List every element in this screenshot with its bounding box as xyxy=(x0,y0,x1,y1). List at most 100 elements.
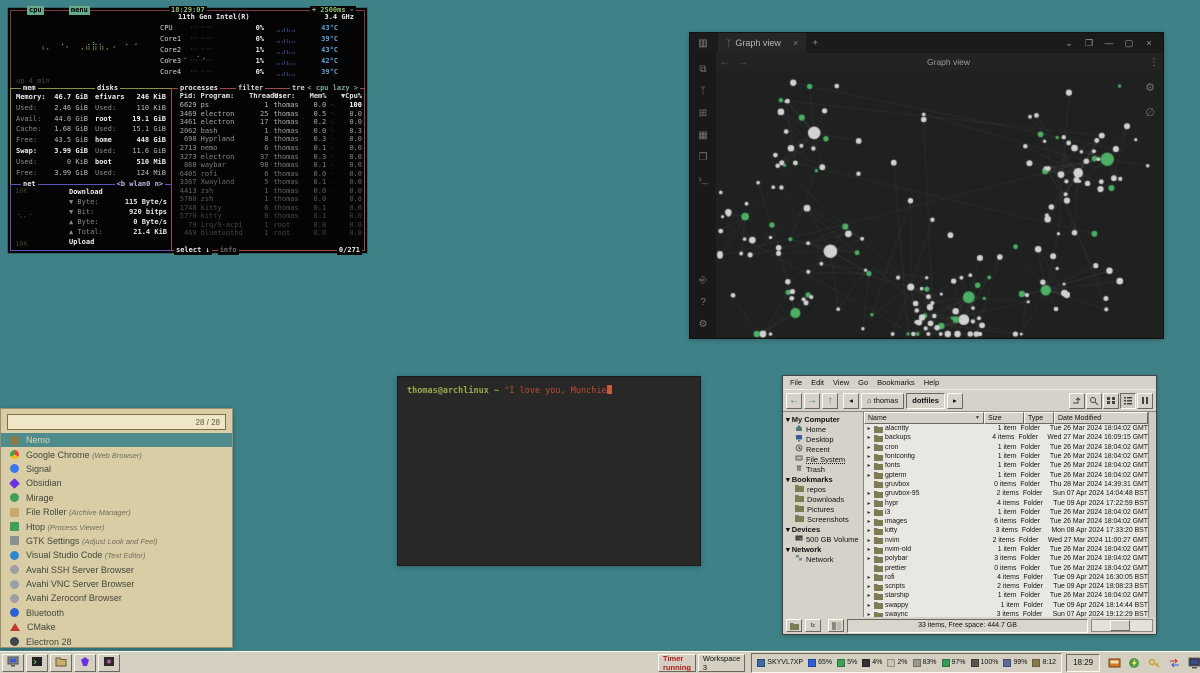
expander-icon[interactable]: ▸ xyxy=(866,602,872,609)
templates-icon[interactable]: ❐ xyxy=(699,149,708,171)
launcher-editor-button[interactable] xyxy=(98,654,120,672)
process-row[interactable]: 6405rofi6thomas0.0⠐⠄0.0 xyxy=(174,169,362,178)
canvas-icon[interactable]: ⊞ xyxy=(699,105,707,127)
file-row[interactable]: ▸cron1 itemFolderTue 26 Mar 2024 18:04:0… xyxy=(864,443,1148,452)
launcher-item-gtk-settings[interactable]: GTK Settings (Adjust Look and Feel) xyxy=(1,534,232,548)
tray-stat-volume[interactable]: 100% xyxy=(971,659,999,667)
file-row[interactable]: ▸swaync3 itemsFolderSun 07 Apr 2024 19:1… xyxy=(864,610,1148,617)
select-control[interactable]: select ↓ xyxy=(174,246,212,255)
tray-stat-disk[interactable]: 83% xyxy=(913,659,937,667)
menu-go[interactable]: Go xyxy=(854,377,872,388)
launcher-terminal-button[interactable] xyxy=(26,654,48,672)
process-row[interactable]: 698Hyprland8thomas0.3⠐⠄0.0 xyxy=(174,135,362,144)
sidebar-item-recent[interactable]: Recent xyxy=(783,444,863,454)
launcher-item-visual-studio-code[interactable]: Visual Studio Code (Text Editor) xyxy=(1,548,232,562)
launcher-display-button[interactable] xyxy=(2,654,24,672)
expander-icon[interactable]: ▸ xyxy=(866,490,872,497)
launcher-item-electron-28[interactable]: Electron 28 xyxy=(1,634,232,648)
breadcrumb-current[interactable]: dotfiles xyxy=(906,393,945,409)
graph-settings-icon[interactable]: ⚙ xyxy=(1145,81,1155,94)
expander-icon[interactable]: ▸ xyxy=(866,527,872,534)
file-row[interactable]: ▸nvim-old1 itemFolderTue 26 Mar 2024 18:… xyxy=(864,545,1148,554)
tray-stat-memory[interactable]: 99% xyxy=(1003,659,1027,667)
process-row[interactable]: 2062bash1thomas0.0⠐⠄0.3 xyxy=(174,127,362,136)
process-row[interactable]: 4413zsh1thomas0.0⠐⠄0.0 xyxy=(174,186,362,195)
collapse-icon[interactable]: ▾ xyxy=(786,545,790,554)
processes-panel-tag[interactable]: processes xyxy=(178,84,220,93)
terminal-window[interactable]: thomas@archlinux ~ "I love you, Munchie xyxy=(397,376,701,566)
file-row[interactable]: ▸swappy1 itemFolderTue 09 Apr 2024 18:14… xyxy=(864,601,1148,610)
sidebar-section-my-computer[interactable]: ▾My Computer xyxy=(783,414,863,424)
column-header-type[interactable]: Type xyxy=(1024,412,1054,424)
expander-icon[interactable]: ▸ xyxy=(866,462,872,469)
forward-icon[interactable]: → xyxy=(734,57,752,68)
process-row[interactable]: 469bluetoothd1root0.0⠐⠄0.0 xyxy=(174,229,362,238)
filter-control[interactable]: filter xyxy=(236,84,265,93)
vault-switcher-icon[interactable]: ⎆ xyxy=(699,272,707,294)
obsidian-titlebar[interactable]: ▥ ᛉ Graph view × + ⌄ ❐ — ▢ × xyxy=(690,33,1163,53)
btop-menu-button[interactable]: menu xyxy=(69,6,90,15)
sidebar-item-repos[interactable]: repos xyxy=(783,484,863,494)
launcher-obsidian-button[interactable] xyxy=(74,654,96,672)
expander-icon[interactable]: ▸ xyxy=(866,555,872,562)
menu-edit[interactable]: Edit xyxy=(807,377,828,388)
process-row[interactable]: 868waybar98thomas0.1⠐⠄0.0 xyxy=(174,161,362,170)
tab-list-dropdown-icon[interactable]: ⌄ xyxy=(1061,38,1077,49)
column-header-size[interactable]: Size xyxy=(984,412,1024,424)
tray-icon-transfer[interactable] xyxy=(1168,657,1181,669)
expander-icon[interactable]: ▸ xyxy=(866,537,872,544)
sidebar-section-devices[interactable]: ▾Devices xyxy=(783,524,863,534)
back-button[interactable]: ← xyxy=(786,393,802,409)
minimize-button[interactable]: — xyxy=(1101,38,1117,48)
mem-panel-tag[interactable]: mem xyxy=(21,84,38,93)
menu-file[interactable]: File xyxy=(786,377,806,388)
launcher-item-htop[interactable]: Htop (Process Viewer) xyxy=(1,519,232,533)
column-header-name[interactable]: Name▼ xyxy=(864,412,984,424)
tray-icon-display[interactable] xyxy=(1188,657,1200,669)
launcher-item-avahi-ssh-server-browser[interactable]: Avahi SSH Server Browser xyxy=(1,563,232,577)
file-row[interactable]: ▸starship1 itemFolderTue 26 Mar 2024 18:… xyxy=(864,591,1148,600)
back-icon[interactable]: ← xyxy=(716,57,734,68)
launcher-item-cmake[interactable]: CMake xyxy=(1,620,232,634)
timer-running-button[interactable]: Timer running xyxy=(658,654,696,672)
file-row[interactable]: ▸scripts2 itemsFolderTue 09 Apr 2024 18:… xyxy=(864,582,1148,591)
process-row[interactable]: 3461electron17thomas0.2⠐⠄0.0 xyxy=(174,118,362,127)
sidebar-item-file-system[interactable]: File System xyxy=(783,454,863,464)
file-row[interactable]: ▸rofi4 itemsFolderTue 09 Apr 2024 16:30:… xyxy=(864,573,1148,582)
launcher-item-mirage[interactable]: Mirage xyxy=(1,491,232,505)
process-row[interactable]: 5780zsh1thomas0.0⠐⠄0.0 xyxy=(174,195,362,204)
cpu-sort-control[interactable]: < cpu lazy > xyxy=(305,84,360,93)
help-icon[interactable]: ? xyxy=(700,294,706,316)
tab-graph-view[interactable]: ᛉ Graph view × xyxy=(718,33,806,54)
process-row[interactable]: 2713nemo6thomas0.1⠐⠄0.0 xyxy=(174,144,362,153)
tray-stat-battery[interactable]: 5% xyxy=(837,659,857,667)
path-scroll-right-button[interactable]: ▸ xyxy=(947,393,963,409)
expander-icon[interactable]: ▸ xyxy=(866,453,872,460)
file-row[interactable]: ▸images6 itemsFolderTue 26 Mar 2024 18:0… xyxy=(864,517,1148,526)
close-button[interactable]: × xyxy=(1141,38,1157,48)
graph-canvas-area[interactable]: ⚙ ∅ xyxy=(716,71,1163,338)
horizontal-scrollbar[interactable] xyxy=(1091,619,1153,632)
tray-icon-theme[interactable] xyxy=(1108,657,1121,669)
sidebar-item-downloads[interactable]: Downloads xyxy=(783,494,863,504)
new-tab-button[interactable]: + xyxy=(806,38,824,49)
file-row[interactable]: prettier0 itemsFolderTue 26 Mar 2024 18:… xyxy=(864,563,1148,572)
menu-help[interactable]: Help xyxy=(920,377,943,388)
process-row[interactable]: 79irq/9-acpi1root0.0⠐⠄0.0 xyxy=(174,221,362,230)
launcher-item-bluetooth[interactable]: Bluetooth xyxy=(1,606,232,620)
tray-stat-network[interactable]: 97% xyxy=(942,659,966,667)
maximize-button[interactable]: ▢ xyxy=(1121,38,1137,49)
file-row[interactable]: ▸polybar3 itemsFolderTue 26 Mar 2024 18:… xyxy=(864,554,1148,563)
file-row[interactable]: ▸gruvbox-952 itemsFolderSun 07 Apr 2024 … xyxy=(864,489,1148,498)
tray-stat-uptime[interactable]: 8:12 xyxy=(1032,659,1056,667)
launcher-item-file-roller[interactable]: File Roller (Archive Manager) xyxy=(1,505,232,519)
tab-close-icon[interactable]: × xyxy=(793,38,798,48)
graph-icon[interactable]: ᛉ xyxy=(700,83,706,105)
info-control[interactable]: info xyxy=(218,246,239,255)
launcher-item-signal[interactable]: Signal xyxy=(1,462,232,476)
clock[interactable]: 18:29 xyxy=(1066,654,1100,672)
forward-button[interactable]: → xyxy=(804,393,820,409)
collapse-icon[interactable]: ▾ xyxy=(786,415,790,424)
expander-icon[interactable]: ▸ xyxy=(866,509,872,516)
expander-icon[interactable]: ▸ xyxy=(866,472,872,479)
